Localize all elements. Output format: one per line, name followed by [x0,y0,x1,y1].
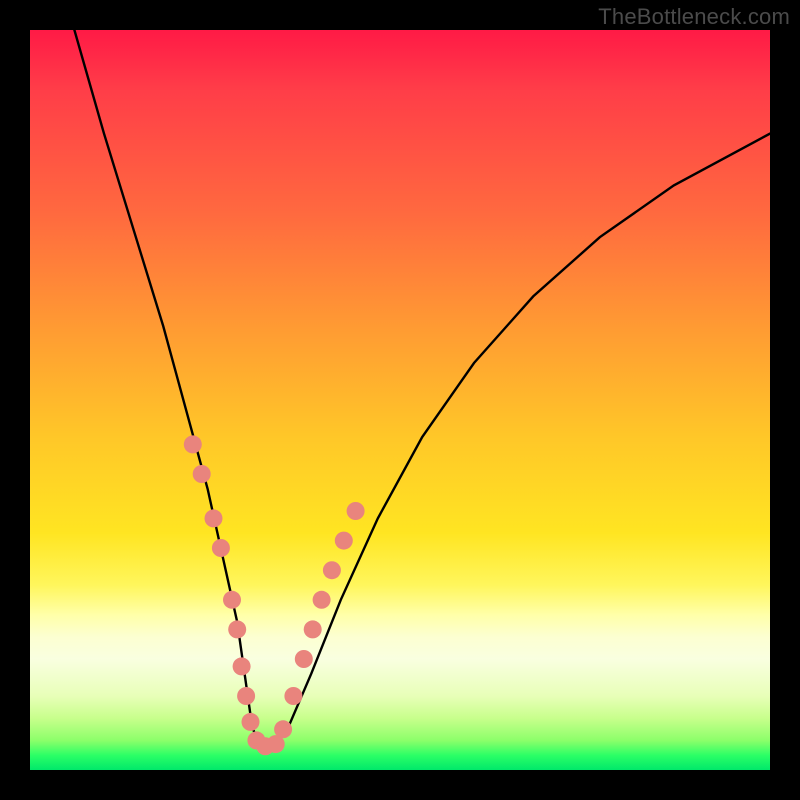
bead-marker [233,657,251,675]
bead-marker [223,591,241,609]
bead-marker [274,720,292,738]
marker-group [184,435,365,755]
bead-marker [295,650,313,668]
curve-path [74,30,770,748]
bead-marker [284,687,302,705]
main-curve [74,30,770,748]
bead-marker [237,687,255,705]
bead-marker [313,591,331,609]
bead-marker [335,532,353,550]
bead-marker [323,561,341,579]
plot-area [30,30,770,770]
chart-frame: TheBottleneck.com [0,0,800,800]
bead-marker [242,713,260,731]
bead-marker [184,435,202,453]
bead-marker [347,502,365,520]
bead-marker [193,465,211,483]
watermark-text: TheBottleneck.com [598,4,790,30]
bead-marker [205,509,223,527]
bead-marker [212,539,230,557]
curve-layer [30,30,770,770]
bead-marker [304,620,322,638]
bead-marker [228,620,246,638]
